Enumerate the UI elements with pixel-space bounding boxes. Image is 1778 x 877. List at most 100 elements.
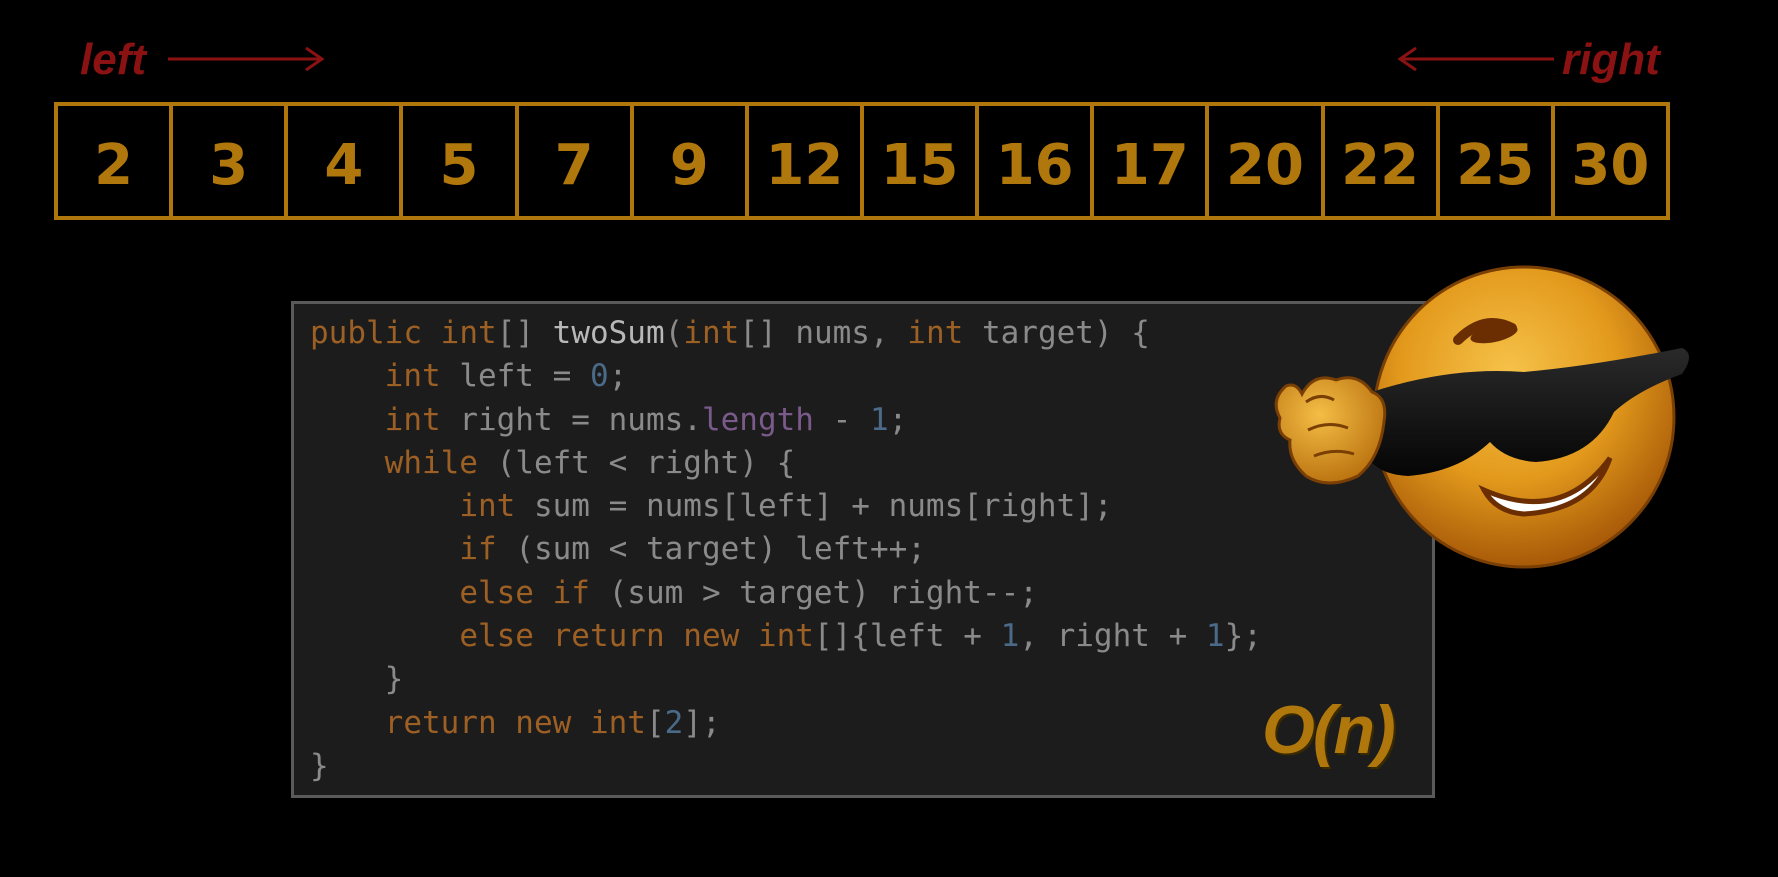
- code-token: (: [664, 315, 684, 351]
- code-token: ): [851, 574, 889, 611]
- left-arrow-icon: [1397, 46, 1554, 72]
- array-cell: 7: [519, 106, 634, 216]
- array-cell: 2: [58, 106, 174, 216]
- array-cell: 30: [1571, 132, 1650, 198]
- code-token: (: [496, 444, 516, 481]
- code-token: return new int: [384, 704, 646, 741]
- array-cell: 15: [864, 106, 980, 216]
- code-token: []{: [813, 618, 870, 655]
- code-token: right: [645, 444, 740, 481]
- code-token: int: [907, 315, 982, 351]
- cool-sunglasses-emoji-icon: [1274, 265, 1689, 569]
- code-token: (: [608, 574, 628, 611]
- code-token: >: [701, 574, 740, 611]
- code-token: else return new int: [459, 618, 814, 655]
- code-token: [: [963, 488, 982, 525]
- code-token: --;: [981, 574, 1038, 611]
- code-token: sum: [533, 488, 609, 525]
- code-token: target: [981, 315, 1094, 351]
- sorted-array: 2 3 4 5 7 9 12 15 16 17 20 22 25 30: [54, 102, 1670, 220]
- code-token: ++;: [869, 531, 926, 568]
- code-token: 2: [664, 704, 684, 741]
- code-token: public: [310, 315, 441, 351]
- code-token: ,: [1019, 618, 1057, 655]
- code-line: else return new int[]{left + 1, right + …: [310, 615, 1432, 658]
- code-token: (: [515, 531, 534, 568]
- code-token: int: [459, 488, 534, 525]
- code-token: target: [645, 531, 758, 568]
- code-token: <: [608, 531, 646, 568]
- code-token: 0: [589, 358, 609, 395]
- code-token: target: [739, 574, 852, 611]
- code-token: left: [459, 358, 553, 395]
- code-token: while: [384, 444, 497, 481]
- code-token: sum: [533, 531, 609, 568]
- code-token: ;: [888, 401, 908, 438]
- code-token: nums: [888, 488, 964, 525]
- code-token: 1: [1000, 618, 1020, 655]
- code-token: left: [739, 488, 814, 525]
- code-token: length: [701, 401, 814, 438]
- array-cell: 25: [1440, 106, 1555, 216]
- complexity-label: O(n): [1262, 692, 1396, 768]
- code-token: right: [459, 401, 572, 438]
- code-token: []: [496, 315, 553, 351]
- code-token: =: [552, 358, 590, 395]
- code-token: int: [384, 401, 460, 438]
- code-token: nums: [645, 488, 721, 525]
- code-token: [: [645, 704, 665, 741]
- array-cell: 12: [749, 106, 864, 216]
- array-cell: 3: [173, 106, 289, 216]
- code-token: right: [1056, 618, 1169, 655]
- code-token: =: [608, 488, 646, 525]
- code-token: if: [459, 531, 516, 568]
- code-token: ;: [608, 358, 628, 395]
- code-token: left: [795, 531, 870, 568]
- code-token: <: [608, 444, 646, 481]
- code-token: int: [384, 358, 460, 395]
- code-token: }: [310, 661, 404, 698]
- code-token: []: [739, 315, 796, 351]
- code-token: .: [683, 401, 702, 438]
- code-token: nums: [795, 315, 870, 351]
- code-token: int: [683, 315, 740, 351]
- code-token: ];: [1075, 488, 1113, 525]
- code-token: ) {: [739, 444, 796, 481]
- array-cell: 20: [1209, 106, 1325, 216]
- code-token: else if: [459, 574, 609, 611]
- array-cell: 9: [634, 106, 749, 216]
- code-token: ];: [683, 704, 721, 741]
- code-token: sum: [627, 574, 702, 611]
- code-token: 1: [869, 401, 889, 438]
- code-token: left: [869, 618, 964, 655]
- code-token: +: [963, 618, 1001, 655]
- array-cell: 17: [1094, 106, 1210, 216]
- code-token: nums: [608, 401, 684, 438]
- code-token: int: [440, 315, 497, 351]
- array-cell: 22: [1325, 106, 1440, 216]
- code-token: twoSum: [552, 315, 665, 351]
- code-token: ,: [869, 315, 908, 351]
- right-arrow-icon: [168, 46, 325, 72]
- code-token: 1: [1205, 618, 1225, 655]
- code-token: };: [1224, 618, 1262, 655]
- code-token: right: [981, 488, 1076, 525]
- code-token: ) {: [1093, 315, 1150, 351]
- code-token: ): [757, 531, 796, 568]
- left-pointer-label: left: [80, 35, 146, 84]
- code-token: left: [515, 444, 609, 481]
- array-cell: 5: [403, 106, 519, 216]
- code-token: [: [720, 488, 740, 525]
- code-token: =: [571, 401, 609, 438]
- code-token: }: [310, 747, 329, 784]
- code-token: +: [1168, 618, 1206, 655]
- code-token: right: [888, 574, 982, 611]
- right-pointer-label: right: [1562, 35, 1660, 84]
